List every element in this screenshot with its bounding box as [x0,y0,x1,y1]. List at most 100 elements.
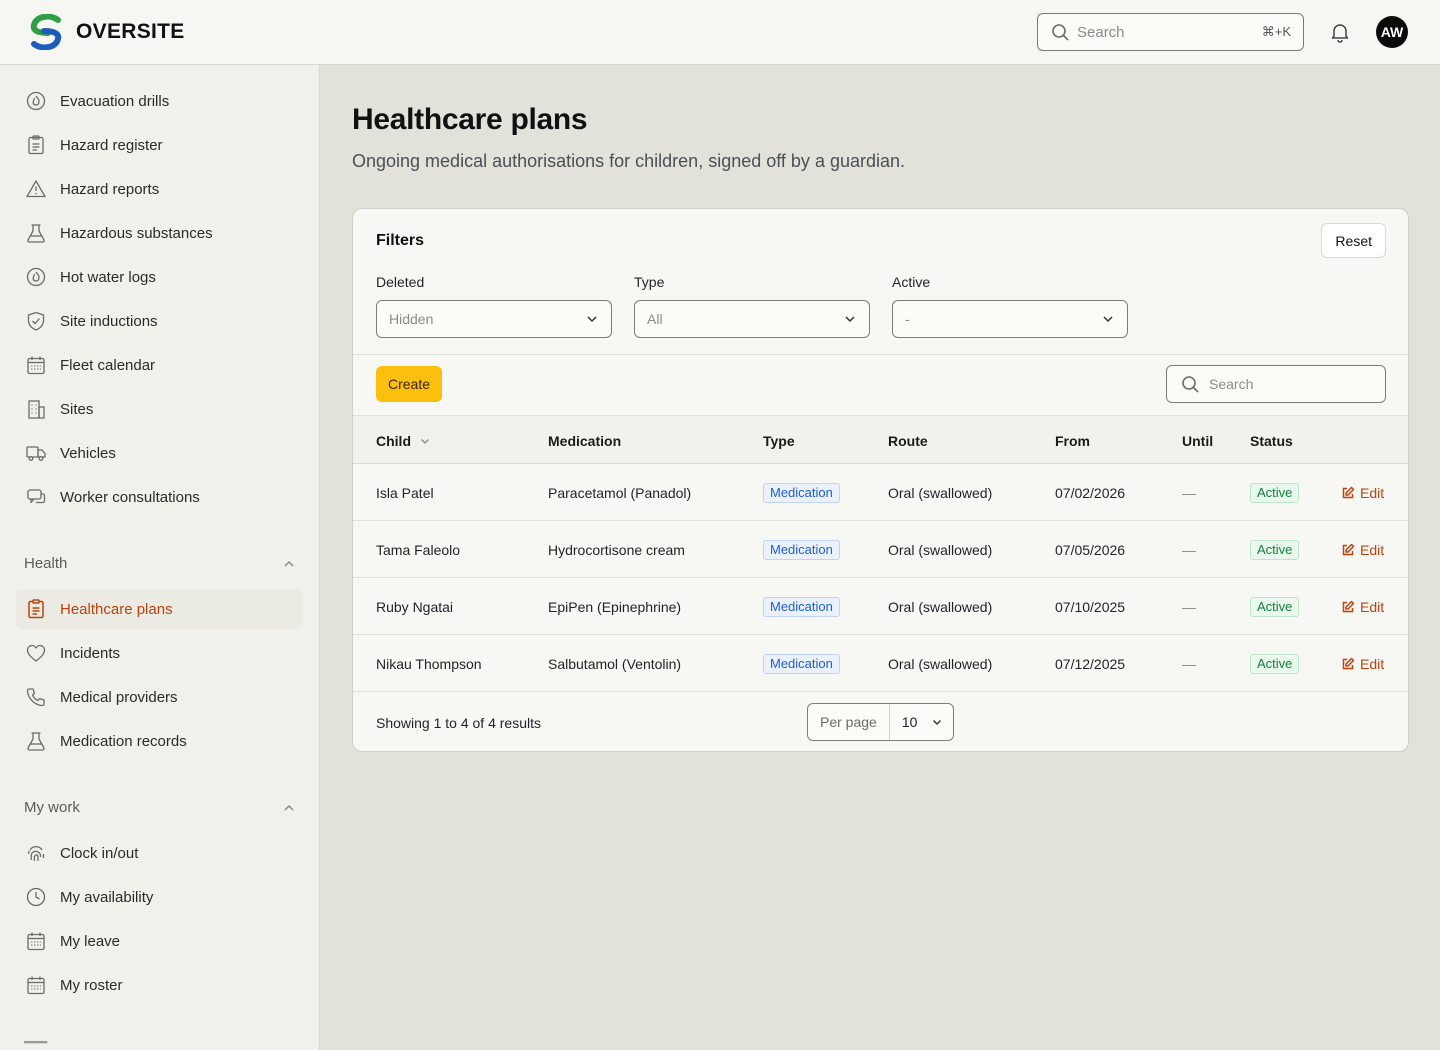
sidebar-item-label: Sites [60,400,94,418]
chat-icon [24,485,48,509]
edit-icon [1341,543,1355,557]
edit-link[interactable]: Edit [1341,521,1384,578]
cell-status: Active [1250,578,1300,635]
sidebar-item-clock-in-out[interactable]: Clock in/out [16,833,303,873]
results-summary: Showing 1 to 4 of 4 results [376,714,541,731]
sidebar-item-label: Vehicles [60,444,116,462]
page-title: Healthcare plans [352,103,588,136]
cell-from: 07/10/2025 [1055,598,1126,615]
table-search-input[interactable]: Search [1166,365,1386,403]
sidebar-item-label: Hot water logs [60,268,156,286]
per-page-value-wrap: 10 [890,714,954,730]
sidebar-item-label: Medical providers [60,688,178,706]
filters-title: Filters [376,232,425,249]
brand[interactable]: OVERSITE [28,14,185,50]
type-badge: Medication [763,596,840,617]
cell-route: Oral (swallowed) [888,598,993,615]
reset-button[interactable]: Reset [1321,223,1386,258]
avatar[interactable]: AW [1376,16,1408,48]
edit-icon [1341,657,1355,671]
sidebar-item-hot-water-logs[interactable]: Hot water logs [16,257,303,297]
column-header-until: Until [1182,432,1214,449]
sidebar-item-my-leave[interactable]: My leave [16,921,303,961]
cell-until: — [1182,484,1196,501]
edit-link[interactable]: Edit [1341,578,1384,635]
chevron-down-icon [419,435,431,447]
sidebar-item-sites[interactable]: Sites [16,389,303,429]
sidebar-item-medical-providers[interactable]: Medical providers [16,677,303,717]
calendar-icon [24,973,48,997]
cell-type: Medication [763,578,840,635]
shield-icon [24,309,48,333]
search-icon [1051,23,1069,41]
sidebar-item-medication-records[interactable]: Medication records [16,721,303,761]
edit-link[interactable]: Edit [1341,464,1384,521]
table-row: Nikau Thompson Salbutamol (Ventolin) Med… [353,635,1408,692]
table-search-placeholder: Search [1209,376,1254,392]
cell-medication: Hydrocortisone cream [548,541,685,558]
sidebar-item-evacuation-drills[interactable]: Evacuation drills [16,81,303,121]
fire-icon [24,89,48,113]
sidebar-section-my-work[interactable]: My work [24,799,296,816]
sidebar-item-label: Worker consultations [60,488,200,506]
oversite-logo-icon [28,14,64,50]
sidebar-item-label: Site inductions [60,312,158,330]
chevron-down-icon [843,312,857,326]
type-badge: Medication [763,539,840,560]
sidebar-item-hazard-reports[interactable]: Hazard reports [16,169,303,209]
cell-child: Nikau Thompson [376,655,482,672]
sidebar-item-incidents[interactable]: Incidents [16,633,303,673]
edit-label: Edit [1360,598,1385,615]
sidebar-item-hazardous-substances[interactable]: Hazardous substances [16,213,303,253]
type-filter-value: All [647,311,663,327]
sidebar-item-label: Evacuation drills [60,92,170,110]
type-badge: Medication [763,482,840,503]
sidebar-item-hazard-register[interactable]: Hazard register [16,125,303,165]
sidebar-item-site-inductions[interactable]: Site inductions [16,301,303,341]
edit-link[interactable]: Edit [1341,635,1384,692]
type-filter-select[interactable]: All [634,300,870,338]
sidebar-item-my-roster[interactable]: My roster [16,965,303,1005]
sidebar-item-vehicles[interactable]: Vehicles [16,433,303,473]
status-badge: Active [1250,539,1300,560]
cell-type: Medication [763,464,840,521]
sidebar-item-my-availability[interactable]: My availability [16,877,303,917]
cell-child: Isla Patel [376,484,434,501]
cell-until: — [1182,655,1196,672]
clipboard-icon [24,597,48,621]
sidebar-scroll-fragment: ··· [24,65,39,70]
fire-icon [24,265,48,289]
cell-type: Medication [763,521,840,578]
bell-icon[interactable] [1328,20,1352,44]
cell-medication: Salbutamol (Ventolin) [548,655,682,672]
column-header-child[interactable]: Child [376,416,431,465]
sidebar-item-healthcare-plans[interactable]: Healthcare plans [16,589,303,629]
active-filter-select[interactable]: - [892,300,1128,338]
table-header: Child Medication Type Route From Until S… [353,415,1408,464]
cell-from: 07/05/2026 [1055,541,1126,558]
cell-route: Oral (swallowed) [888,655,993,672]
sidebar: ··· Evacuation drills Hazard register Ha… [0,65,320,1050]
per-page-select[interactable]: Per page 10 [807,703,955,741]
sidebar-item-worker-consultations[interactable]: Worker consultations [16,477,303,517]
deleted-filter-select[interactable]: Hidden [376,300,612,338]
heart-icon [24,641,48,665]
global-search-input[interactable]: Search ⌘+K [1037,13,1304,51]
edit-label: Edit [1360,484,1385,501]
clipboard-icon [24,133,48,157]
chevron-up-icon [282,801,296,815]
table-toolbar: Create Search [353,354,1408,415]
table-row: Tama Faleolo Hydrocortisone cream Medica… [353,521,1408,578]
sidebar-section-health[interactable]: Health [24,555,296,572]
cell-child: Tama Faleolo [376,541,461,558]
status-badge: Active [1250,653,1300,674]
section-label: Health [24,555,68,572]
phone-icon [24,685,48,709]
sidebar-item-label: Hazard register [60,136,163,154]
sidebar-item-fleet-calendar[interactable]: Fleet calendar [16,345,303,385]
flask-icon [24,221,48,245]
cell-from: 07/02/2026 [1055,484,1126,501]
chevron-down-icon [1101,312,1115,326]
top-bar: OVERSITE Search ⌘+K AW [0,0,1440,65]
create-button[interactable]: Create [376,366,443,402]
